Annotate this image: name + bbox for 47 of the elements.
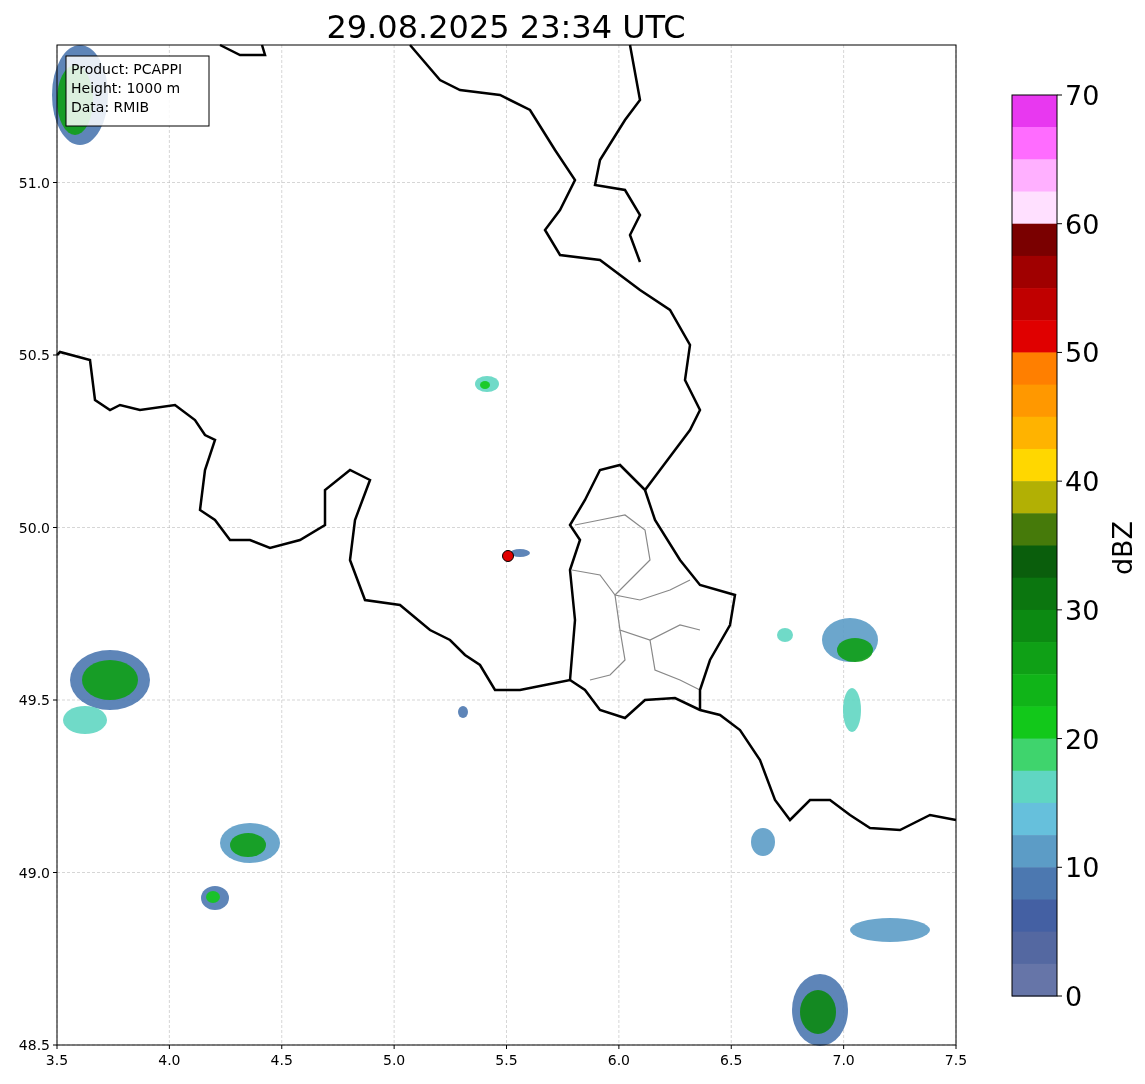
colorbar-tick-label: 70 [1065,80,1100,111]
radar-echo [792,974,848,1046]
radar-echo [843,688,861,732]
x-tick-label: 5.0 [383,1052,406,1068]
axis-tick [1056,351,1063,353]
info-text: Product: PCAPPI [71,61,183,77]
colorbar-tick-label: 10 [1065,852,1100,884]
x-tick-label: 6.0 [607,1052,630,1068]
radar-echo [777,628,793,642]
axis-tick [1056,995,1063,997]
x-tick-label: 7.0 [832,1052,855,1068]
y-tick-label: 49.5 [18,692,50,708]
axis-tick [1056,866,1063,868]
radar-site-marker [502,550,514,562]
x-tick-label: 7.5 [944,1052,968,1068]
axis-tick [1056,223,1063,225]
info-text: Data: RMIB [71,99,150,115]
y-tick-label: 50.0 [18,519,50,536]
y-tick-label: 48.5 [18,1037,50,1053]
colorbar-tick-label: 20 [1065,723,1100,755]
colorbar-tick-label: 0 [1065,981,1083,1012]
axis-tick [1056,609,1063,611]
radar-echo [201,886,229,910]
radar-echo [458,706,468,718]
axis-tick [1056,94,1063,96]
x-tick-label: 3.5 [45,1052,69,1068]
info-text: Height: 1000 m [71,80,181,96]
radar-echo [220,823,280,863]
colorbar-tick-label: 50 [1065,337,1100,369]
x-tick-label: 4.5 [270,1052,293,1068]
y-tick-label: 50.5 [18,347,50,363]
radar-echo [751,828,775,856]
radar-echo [510,549,530,557]
colorbar-label: dBZ [1107,520,1138,576]
colorbar-tick-label: 60 [1065,208,1100,240]
x-tick-label: 4.0 [158,1052,181,1068]
y-tick-label: 51.0 [18,174,50,191]
x-tick-label: 6.5 [720,1052,743,1068]
figure-title: 29.08.2025 23:34 UTC [326,8,686,46]
radar-echo [822,618,878,662]
axis-tick [1056,480,1063,482]
colorbar-tick-label: 40 [1065,466,1100,498]
y-tick-label: 49.0 [18,864,50,881]
colorbar-tick-label: 30 [1065,594,1100,626]
x-tick-label: 5.5 [495,1052,518,1068]
axis-tick [1056,738,1063,740]
radar-echo [475,376,499,392]
